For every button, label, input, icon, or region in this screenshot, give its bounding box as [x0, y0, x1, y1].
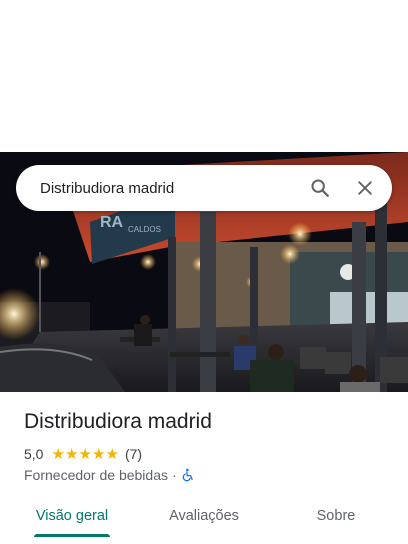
separator-dot: ·	[172, 467, 177, 483]
tab-overview[interactable]: Visão geral	[24, 496, 120, 536]
place-tabs: Visão geral Avaliações Sobre	[0, 496, 408, 537]
search-button[interactable]	[298, 165, 342, 211]
tab-about[interactable]: Sobre	[296, 496, 376, 536]
search-icon	[311, 179, 329, 197]
star-icon: ★	[64, 445, 79, 463]
close-icon	[358, 181, 372, 195]
tab-reviews[interactable]: Avaliações	[156, 496, 252, 536]
rating-value: 5,0	[24, 446, 44, 462]
category-row: Fornecedor de bebidas ·	[24, 466, 195, 484]
search-bar[interactable]: Distribudiora madrid	[16, 165, 392, 211]
rating-stars: ★ ★ ★ ★ ★	[51, 447, 119, 462]
active-tab-indicator	[34, 534, 110, 537]
place-page: RA CALDOS Distribudiora madrid Distribud…	[0, 0, 408, 544]
star-icon: ★	[51, 445, 65, 463]
svg-text:CALDOS: CALDOS	[128, 225, 161, 234]
place-title: Distribudiora madrid	[24, 410, 212, 433]
wheelchair-icon[interactable]	[181, 468, 195, 482]
svg-text:RA: RA	[100, 214, 124, 231]
rating-row[interactable]: 5,0 ★ ★ ★ ★ ★ (7)	[24, 445, 142, 463]
review-count[interactable]: (7)	[125, 446, 142, 462]
map-area[interactable]	[0, 0, 408, 152]
place-category[interactable]: Fornecedor de bebidas	[24, 467, 168, 483]
star-icon: ★	[78, 445, 92, 463]
clear-button[interactable]	[342, 165, 388, 211]
star-icon: ★	[105, 445, 119, 463]
search-input[interactable]: Distribudiora madrid	[16, 180, 298, 197]
star-icon: ★	[91, 445, 106, 463]
place-info-panel: Distribudiora madrid 5,0 ★ ★ ★ ★ ★ (7) F…	[0, 392, 408, 544]
